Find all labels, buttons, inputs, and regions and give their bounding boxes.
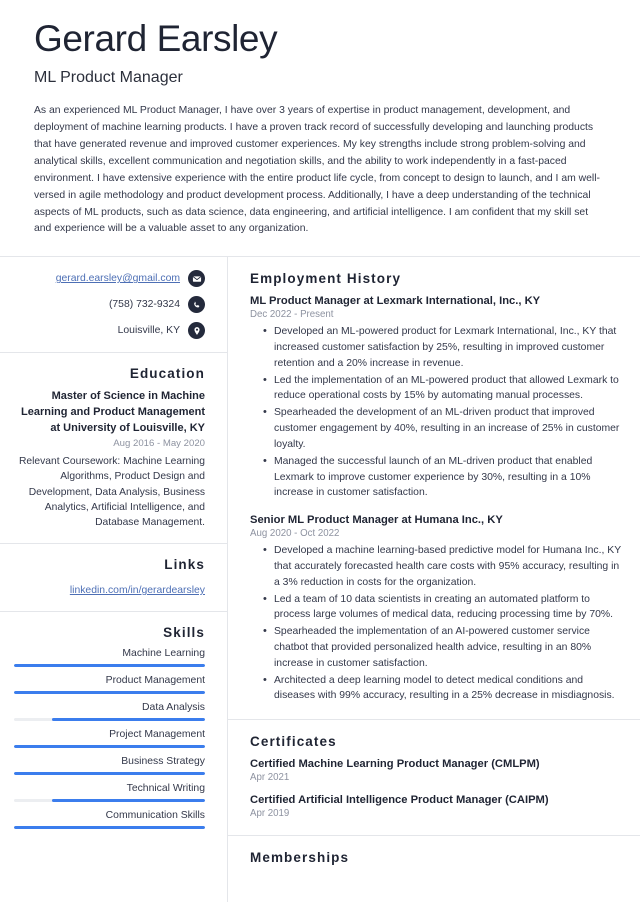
skill-level-fill <box>14 825 205 829</box>
certificates-title: Certificates <box>250 734 337 750</box>
education-degree: Master of Science in Machine Learning an… <box>21 390 205 434</box>
employment-bullet: Developed a machine learning-based predi… <box>263 542 622 590</box>
employment-bullet: Spearheaded the implementation of an AI-… <box>263 623 622 671</box>
employment-bullet: Spearheaded the development of an ML-dri… <box>263 404 622 452</box>
skill-name: Project Management <box>109 728 205 740</box>
skill-item: Business Strategy <box>14 756 205 775</box>
skills-section: Skills Machine Learning Product Managemen… <box>0 612 227 842</box>
contact-phone-row[interactable]: (758) 732-9324 <box>14 296 205 314</box>
skills-title: Skills <box>163 624 205 640</box>
candidate-job-title: ML Product Manager <box>34 69 183 87</box>
memberships-section: Memberships <box>228 836 640 902</box>
professional-summary: As an experienced ML Product Manager, I … <box>34 105 601 235</box>
skill-item: Communication Skills <box>14 810 205 829</box>
education-section: Education Master of Science in Machine L… <box>0 353 227 544</box>
skill-level-fill <box>52 717 205 721</box>
employment-bullet-list: Developed an ML-powered product for Lexm… <box>250 323 622 501</box>
phone-icon <box>188 296 205 314</box>
certificate-entry: Certified Machine Learning Product Manag… <box>250 758 622 783</box>
skill-item: Technical Writing <box>14 783 205 802</box>
skill-name: Machine Learning <box>122 647 205 659</box>
resume-body: gerard.earsley@gmail.com (758) 732-9324 … <box>0 257 640 903</box>
contact-section: gerard.earsley@gmail.com (758) 732-9324 … <box>0 257 227 354</box>
skill-level-track <box>14 771 205 775</box>
memberships-title: Memberships <box>250 850 350 866</box>
links-title: Links <box>164 556 205 572</box>
employment-entry: Senior ML Product Manager at Humana Inc.… <box>250 514 622 704</box>
employment-bullet-list: Developed a machine learning-based predi… <box>250 542 622 705</box>
certificate-title: Certified Machine Learning Product Manag… <box>250 758 540 771</box>
employment-bullet: Led a team of 10 data scientists in crea… <box>263 591 622 624</box>
certificate-date: Apr 2019 <box>250 808 290 820</box>
employment-entry-date: Aug 2020 - Oct 2022 <box>250 528 340 540</box>
skill-level-fill <box>14 690 205 694</box>
skill-item: Project Management <box>14 729 205 748</box>
skill-level-fill <box>52 798 205 802</box>
employment-entry: ML Product Manager at Lexmark Internatio… <box>250 295 622 501</box>
link-linkedin[interactable]: linkedin.com/in/gerardearsley <box>70 585 205 596</box>
skill-item: Product Management <box>14 675 205 694</box>
skill-name: Data Analysis <box>142 701 205 713</box>
skill-level-track <box>14 717 205 721</box>
contact-phone-text: (758) 732-9324 <box>108 299 180 311</box>
employment-entry-title: Senior ML Product Manager at Humana Inc.… <box>250 514 503 527</box>
employment-bullet: Led the implementation of an ML-powered … <box>263 372 622 405</box>
left-column: gerard.earsley@gmail.com (758) 732-9324 … <box>0 257 228 903</box>
contact-location-text: Louisville, KY <box>117 325 180 337</box>
skill-level-fill <box>14 771 205 775</box>
skill-level-track <box>14 663 205 667</box>
skill-level-track <box>14 690 205 694</box>
skill-level-track <box>14 798 205 802</box>
employment-bullet: Managed the successful launch of an ML-d… <box>263 453 622 501</box>
skill-name: Business Strategy <box>121 755 205 767</box>
contact-email-row[interactable]: gerard.earsley@gmail.com <box>14 270 205 288</box>
certificate-entry: Certified Artificial Intelligence Produc… <box>250 794 622 819</box>
education-title: Education <box>129 366 205 382</box>
skill-level-fill <box>14 744 205 748</box>
resume-header: Gerard Earsley ML Product Manager As an … <box>0 0 640 256</box>
skill-name: Communication Skills <box>105 809 205 821</box>
contact-location-row: Louisville, KY <box>14 322 205 340</box>
skill-name: Technical Writing <box>126 782 205 794</box>
links-section: Links linkedin.com/in/gerardearsley <box>0 544 227 612</box>
certificates-section: Certificates Certified Machine Learning … <box>228 720 640 837</box>
resume-page: Gerard Earsley ML Product Manager As an … <box>0 0 640 905</box>
certificate-date: Apr 2021 <box>250 772 290 784</box>
education-date: Aug 2016 - May 2020 <box>113 438 205 450</box>
skill-item: Machine Learning <box>14 648 205 667</box>
certificate-title: Certified Artificial Intelligence Produc… <box>250 794 549 807</box>
employment-list: ML Product Manager at Lexmark Internatio… <box>250 295 622 704</box>
certificates-list: Certified Machine Learning Product Manag… <box>250 758 622 819</box>
skills-list: Machine Learning Product Management Data A… <box>14 648 205 829</box>
envelope-icon <box>188 270 205 288</box>
contact-email-text[interactable]: gerard.earsley@gmail.com <box>56 273 180 284</box>
employment-bullet: Developed an ML-powered product for Lexm… <box>263 323 622 371</box>
skill-level-track <box>14 825 205 829</box>
memberships-list <box>250 874 622 888</box>
candidate-name: Gerard Earsley <box>34 18 278 59</box>
employment-bullet: Architected a deep learning model to det… <box>263 672 622 705</box>
employment-section: Employment History ML Product Manager at… <box>228 257 640 721</box>
skill-item: Data Analysis <box>14 702 205 721</box>
education-description: Relevant Coursework: Machine Learning Al… <box>18 456 205 528</box>
location-pin-icon <box>188 322 205 340</box>
skill-level-fill <box>14 663 205 667</box>
employment-title: Employment History <box>250 271 402 287</box>
employment-entry-date: Dec 2022 - Present <box>250 309 334 321</box>
skill-level-track <box>14 744 205 748</box>
skill-name: Product Management <box>105 674 205 686</box>
employment-entry-title: ML Product Manager at Lexmark Internatio… <box>250 295 541 308</box>
education-entry: Master of Science in Machine Learning an… <box>14 389 205 530</box>
right-column: Employment History ML Product Manager at… <box>228 257 640 902</box>
